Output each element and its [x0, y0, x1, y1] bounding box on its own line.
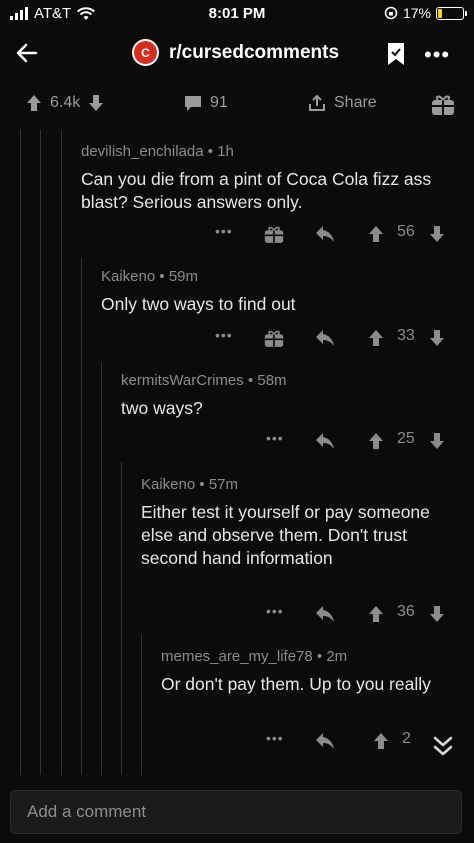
- more-dots-icon[interactable]: •••: [266, 430, 284, 446]
- subreddit-avatar: C: [132, 39, 159, 66]
- award-button[interactable]: [431, 94, 455, 116]
- arrow-up-icon[interactable]: [368, 432, 384, 450]
- comments-count: 91: [210, 94, 228, 111]
- subreddit-header[interactable]: C r/cursedcomments: [132, 39, 339, 66]
- subreddit-logo: C: [134, 41, 157, 64]
- thread-line: [101, 362, 102, 775]
- comment-meta: devilish_enchilada • 1h: [81, 143, 234, 160]
- comment: devilish_enchilada • 1h Can you die from…: [81, 143, 461, 214]
- battery-percent: 17%: [402, 5, 431, 21]
- comment-author[interactable]: Kaikeno: [101, 268, 155, 285]
- arrow-down-icon[interactable]: [88, 94, 104, 112]
- orientation-lock-icon: [384, 6, 398, 20]
- arrow-down-icon[interactable]: [429, 225, 445, 243]
- double-chevron-down-icon[interactable]: [428, 733, 458, 761]
- arrow-up-icon[interactable]: [373, 732, 389, 750]
- comment-author[interactable]: devilish_enchilada: [81, 143, 204, 160]
- comment: memes_are_my_life78 • 2m Or don't pay th…: [161, 648, 441, 696]
- arrow-up-icon[interactable]: [368, 329, 384, 347]
- comment-age: 1h: [217, 143, 234, 160]
- comment-meta: kermitsWarCrimes • 58m: [121, 372, 287, 389]
- comment-bubble-icon: [185, 95, 201, 111]
- reply-arrow-icon[interactable]: [315, 732, 335, 750]
- arrow-up-icon[interactable]: [26, 94, 42, 112]
- comment-actions: ••• 36: [0, 603, 474, 627]
- comment-actions: ••• 33: [0, 327, 474, 351]
- bookmark-icon[interactable]: [385, 42, 407, 66]
- comment-body: Can you die from a pint of Coca Cola fiz…: [81, 169, 432, 212]
- status-bar: AT&T 8:01 PM 17%: [0, 0, 474, 28]
- arrow-up-icon[interactable]: [368, 605, 384, 623]
- share-label: Share: [334, 94, 377, 111]
- reply-arrow-icon[interactable]: [315, 605, 335, 623]
- comment: kermitsWarCrimes • 58m two ways?: [121, 372, 461, 420]
- post-vote-group: 6.4k: [26, 94, 104, 112]
- comment-meta: memes_are_my_life78 • 2m: [161, 648, 348, 665]
- comment-score: 36: [397, 603, 415, 620]
- comment-composer: Add a comment: [0, 782, 474, 843]
- comment-actions: ••• 25: [0, 430, 474, 454]
- comment: Kaikeno • 59m Only two ways to find out: [101, 268, 461, 316]
- comment-body: Either test it yourself or pay someone e…: [141, 502, 430, 568]
- add-comment-input[interactable]: Add a comment: [10, 790, 462, 834]
- post-score: 6.4k: [50, 94, 81, 111]
- nav-bar: C r/cursedcomments •••: [0, 30, 474, 76]
- comment-actions: ••• 56: [0, 223, 474, 247]
- arrow-up-icon[interactable]: [368, 225, 384, 243]
- comment: Kaikeno • 57m Either test it yourself or…: [141, 476, 441, 570]
- gift-icon: [432, 95, 454, 115]
- comment-age: 59m: [168, 268, 198, 285]
- battery-icon: [436, 6, 467, 20]
- post-comments-count[interactable]: 91: [184, 94, 228, 112]
- status-right: 17%: [384, 5, 467, 21]
- more-dots-icon[interactable]: •••: [266, 603, 284, 619]
- comment-author[interactable]: kermitsWarCrimes: [121, 372, 244, 389]
- gift-icon[interactable]: [264, 329, 284, 348]
- share-icon: [309, 94, 325, 111]
- comment-age: 58m: [257, 372, 287, 389]
- post-action-bar: 6.4k 91 Share: [0, 86, 474, 126]
- comment-score: 56: [397, 223, 415, 240]
- comment-actions: ••• 2: [0, 730, 474, 754]
- share-button[interactable]: Share: [308, 94, 377, 112]
- more-dots-icon[interactable]: •••: [266, 730, 284, 746]
- comment-author[interactable]: memes_are_my_life78: [161, 648, 313, 665]
- reply-arrow-icon[interactable]: [315, 329, 335, 347]
- comment-body: Or don't pay them. Up to you really: [161, 674, 431, 694]
- comment-meta: Kaikeno • 57m: [141, 476, 238, 493]
- comment-score: 2: [402, 730, 411, 747]
- comment-body: Only two ways to find out: [101, 294, 296, 314]
- reply-arrow-icon[interactable]: [315, 432, 335, 450]
- more-dots-icon[interactable]: •••: [424, 42, 450, 68]
- comment-score: 25: [397, 430, 415, 447]
- comment-age: 57m: [208, 476, 238, 493]
- arrow-down-icon[interactable]: [429, 605, 445, 623]
- reply-arrow-icon[interactable]: [315, 225, 335, 243]
- gift-icon[interactable]: [264, 225, 284, 244]
- arrow-down-icon[interactable]: [429, 432, 445, 450]
- comment-meta: Kaikeno • 59m: [101, 268, 198, 285]
- subreddit-title: r/cursedcomments: [169, 41, 340, 63]
- comment-author[interactable]: Kaikeno: [141, 476, 195, 493]
- comment-age: 2m: [326, 648, 348, 665]
- comment-body: two ways?: [121, 398, 203, 418]
- back-arrow-icon[interactable]: [12, 38, 42, 68]
- comment-score: 33: [397, 327, 415, 344]
- more-dots-icon[interactable]: •••: [215, 327, 233, 343]
- more-dots-icon[interactable]: •••: [215, 223, 233, 239]
- arrow-down-icon[interactable]: [429, 329, 445, 347]
